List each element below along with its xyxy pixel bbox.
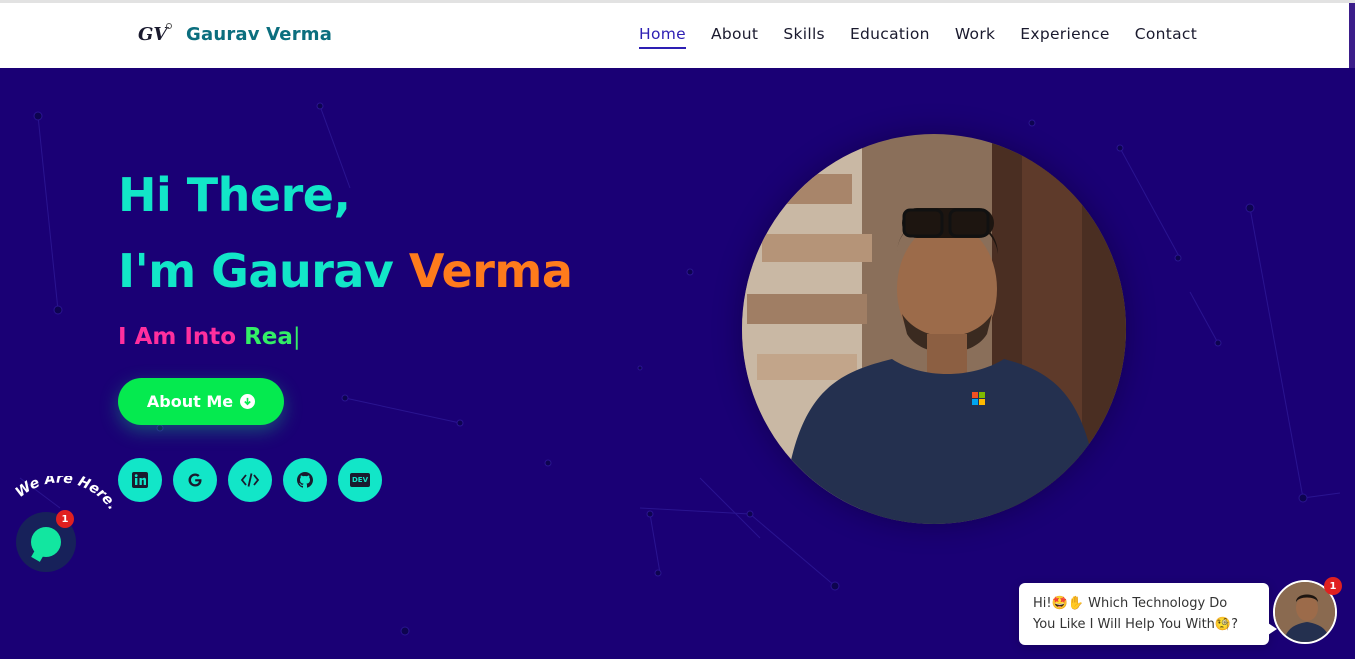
chat-unread-badge: 1 (56, 510, 74, 528)
brand[interactable]: GV Gaurav Verma (138, 21, 332, 47)
nav-contact[interactable]: Contact (1135, 25, 1197, 49)
nav-skills[interactable]: Skills (783, 25, 825, 49)
code-icon[interactable] (228, 458, 272, 502)
github-icon[interactable] (283, 458, 327, 502)
hero-intro-accent: Verma (408, 244, 573, 298)
about-me-label: About Me (146, 392, 234, 411)
typing-cursor: | (292, 324, 301, 350)
we-are-here-text: We Are Here! (13, 476, 112, 514)
nav-education[interactable]: Education (850, 25, 930, 49)
nav-work[interactable]: Work (955, 25, 995, 49)
dev-label: DEV (349, 473, 370, 487)
nav-experience[interactable]: Experience (1020, 25, 1109, 49)
google-icon[interactable] (173, 458, 217, 502)
about-me-button[interactable]: About Me (118, 378, 284, 425)
hero-section: Hi There, I'm Gaurav Verma I Am Into Rea… (0, 68, 1355, 659)
chat-greeting-message[interactable]: Hi!🤩✋ Which Technology Do You Like I Wil… (1019, 583, 1277, 645)
svg-text:We Are Here!: We Are Here! (13, 476, 112, 514)
hero-greeting: Hi There, (118, 168, 351, 222)
typing-word: Rea (244, 324, 293, 350)
linkedin-icon[interactable] (118, 458, 162, 502)
main-nav: Home About Skills Education Work Experie… (639, 25, 1222, 49)
typing-prefix: I Am Into (118, 324, 245, 350)
dev-icon[interactable]: DEV (338, 458, 382, 502)
hero-intro: I'm Gaurav Verma (118, 244, 573, 298)
nav-home[interactable]: Home (639, 25, 686, 49)
scrollbar[interactable] (1349, 3, 1355, 68)
avatar-unread-badge: 1 (1324, 577, 1342, 595)
logo-icon: GV (138, 21, 174, 47)
chat-launcher-button[interactable]: 1 (16, 510, 76, 572)
typing-text: I Am Into Rea| (118, 324, 301, 350)
chat-icon (31, 527, 61, 557)
particle-network-background (19, 102, 1341, 636)
chat-message-line-1: Hi!🤩✋ Which Technology Do (1033, 596, 1228, 611)
profile-photo (742, 134, 1126, 524)
logo-text: GV (138, 24, 169, 45)
arrow-down-icon (240, 394, 256, 409)
site-header: GV Gaurav Verma Home About Skills Educat… (0, 3, 1349, 68)
nav-about[interactable]: About (711, 25, 758, 49)
hero-intro-name: I'm Gaurav (118, 244, 409, 298)
brand-name: Gaurav Verma (186, 23, 333, 45)
chat-message-line-2: You Like I Will Help You With🧐? (1033, 617, 1239, 632)
social-links: DEV (118, 458, 393, 502)
